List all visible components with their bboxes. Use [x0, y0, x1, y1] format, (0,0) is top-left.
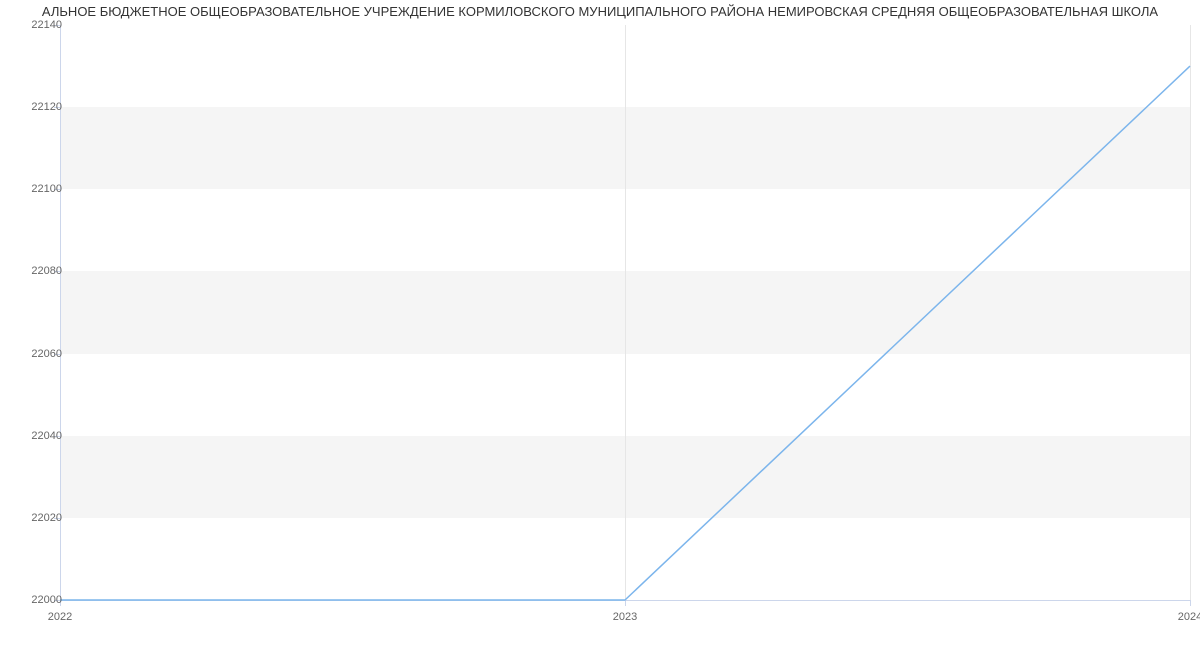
y-tick-label: 22000	[12, 595, 62, 606]
x-tick-label: 2024	[1178, 611, 1200, 623]
x-gridline	[1190, 25, 1191, 600]
y-tick-label: 22020	[12, 513, 62, 524]
x-tick-label: 2022	[48, 611, 72, 623]
x-tick-label: 2023	[613, 611, 637, 623]
y-tick-label: 22100	[12, 184, 62, 195]
line-series-svg	[60, 25, 1190, 600]
x-tick	[1190, 600, 1191, 606]
chart-plot: 202220232024	[60, 25, 1190, 600]
y-tick-label: 22120	[12, 102, 62, 113]
chart-title: АЛЬНОЕ БЮДЖЕТНОЕ ОБЩЕОБРАЗОВАТЕЛЬНОЕ УЧР…	[0, 4, 1200, 19]
y-tick-label: 22080	[12, 266, 62, 277]
y-tick-label: 22040	[12, 431, 62, 442]
y-tick-label: 22060	[12, 349, 62, 360]
y-tick-label: 22140	[12, 20, 62, 31]
series-line	[60, 66, 1190, 600]
